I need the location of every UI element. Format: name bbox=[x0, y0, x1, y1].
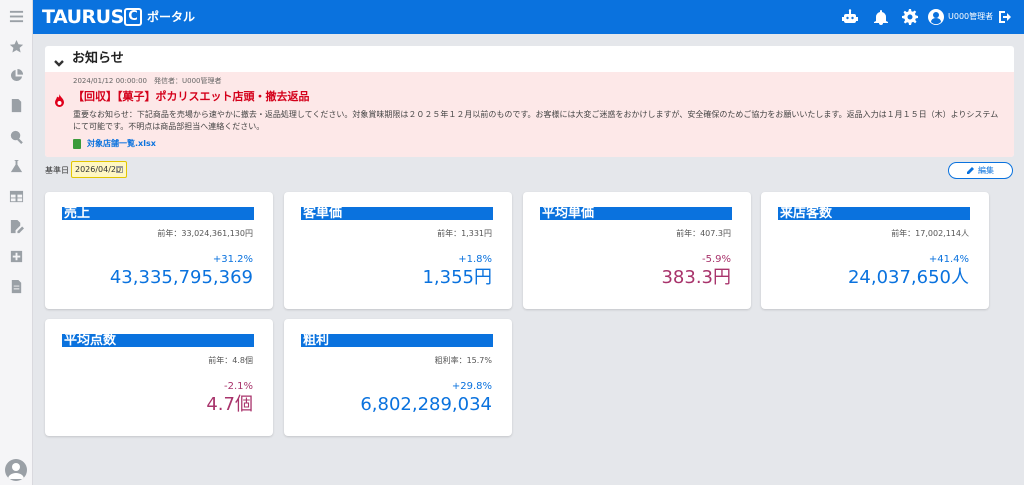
date-value: 2026/04/20 bbox=[75, 165, 122, 174]
user-circle-icon[interactable] bbox=[928, 9, 944, 25]
edit-button[interactable]: 編集 bbox=[948, 162, 1013, 179]
sidebar bbox=[0, 0, 33, 485]
edit-document-icon[interactable] bbox=[8, 218, 25, 235]
card-change: +41.4% bbox=[928, 254, 969, 265]
kpi-card-avg-price[interactable]: 平均単価 前年：407.3円 -5.9% 383.3円 bbox=[523, 192, 751, 309]
robot-icon[interactable] bbox=[842, 9, 858, 25]
gear-icon[interactable] bbox=[902, 9, 918, 25]
card-title: 粗利 bbox=[301, 334, 493, 347]
pie-chart-icon[interactable] bbox=[8, 67, 25, 84]
card-value: 4.7個 bbox=[206, 394, 253, 415]
card-change: -2.1% bbox=[223, 381, 253, 392]
notice-text: 重要なお知らせ：下記商品を売場から速やかに撤去・返品処理してください。対象賞味期… bbox=[73, 110, 999, 131]
chevron-down-icon[interactable] bbox=[53, 54, 65, 67]
notice-header[interactable]: お知らせ bbox=[45, 46, 1014, 72]
menu-icon[interactable] bbox=[8, 8, 25, 25]
brand-mark: C bbox=[124, 8, 142, 26]
table-icon[interactable] bbox=[8, 188, 25, 205]
kpi-card-avg-spend[interactable]: 客単価 前年：1,331円 +1.8% 1,355円 bbox=[284, 192, 512, 309]
card-change: +29.8% bbox=[451, 381, 492, 392]
card-title: 客単価 bbox=[301, 207, 493, 220]
excel-file-icon bbox=[73, 139, 81, 149]
search-chart-icon[interactable] bbox=[8, 128, 25, 145]
card-previous: 前年：1,331円 bbox=[437, 229, 492, 238]
calendar-icon[interactable] bbox=[116, 166, 123, 173]
card-value: 383.3円 bbox=[661, 267, 731, 288]
card-value: 24,037,650人 bbox=[847, 267, 969, 288]
card-previous: 前年：407.3円 bbox=[676, 229, 731, 238]
notice-body: 2024/01/12 00:00:00 発信者：U000管理者 【回収】【菓子】… bbox=[45, 72, 1014, 157]
card-previous: 粗利率：15.7% bbox=[434, 356, 492, 365]
card-previous: 前年：33,024,361,130円 bbox=[157, 229, 253, 238]
bell-icon[interactable] bbox=[873, 9, 889, 25]
pencil-icon bbox=[967, 164, 975, 174]
card-change: +31.2% bbox=[212, 254, 253, 265]
notice-headline: 【回収】【菓子】ポカリスエット店頭・撤去返品 bbox=[73, 90, 310, 103]
attachment-link[interactable]: 対象店舗一覧.xlsx bbox=[87, 138, 156, 150]
card-previous: 前年：17,002,114人 bbox=[891, 229, 969, 238]
card-value: 1,355円 bbox=[422, 267, 492, 288]
card-value: 6,802,289,034 bbox=[360, 394, 492, 415]
card-title: 売上 bbox=[62, 207, 254, 220]
file-icon[interactable] bbox=[8, 278, 25, 295]
notice-panel: お知らせ 2024/01/12 00:00:00 発信者：U000管理者 【回収… bbox=[45, 46, 1014, 157]
date-input[interactable]: 2026/04/20 bbox=[71, 161, 127, 178]
edit-label: 編集 bbox=[978, 166, 994, 175]
date-label: 基準日 bbox=[45, 166, 69, 175]
kpi-card-sales[interactable]: 売上 前年：33,024,361,130円 +31.2% 43,335,795,… bbox=[45, 192, 273, 309]
notice-title: お知らせ bbox=[72, 51, 124, 66]
flask-icon[interactable] bbox=[8, 158, 25, 175]
card-previous: 前年：4.8個 bbox=[208, 356, 253, 365]
card-value: 43,335,795,369 bbox=[109, 267, 253, 288]
avatar[interactable] bbox=[5, 459, 27, 481]
card-title: 来店客数 bbox=[778, 207, 970, 220]
kpi-card-gross-profit[interactable]: 粗利 粗利率：15.7% +29.8% 6,802,289,034 bbox=[284, 319, 512, 436]
card-change: -5.9% bbox=[701, 254, 731, 265]
portal-title: ポータル bbox=[147, 10, 196, 24]
card-title: 平均単価 bbox=[540, 207, 732, 220]
star-icon[interactable] bbox=[8, 38, 25, 55]
kpi-card-visitors[interactable]: 来店客数 前年：17,002,114人 +41.4% 24,037,650人 bbox=[761, 192, 989, 309]
kpi-card-avg-items[interactable]: 平均点数 前年：4.8個 -2.1% 4.7個 bbox=[45, 319, 273, 436]
document-icon[interactable] bbox=[8, 97, 25, 114]
card-title: 平均点数 bbox=[62, 334, 254, 347]
plus-box-icon[interactable] bbox=[8, 248, 25, 265]
logout-icon[interactable] bbox=[998, 9, 1014, 25]
card-change: +1.8% bbox=[458, 254, 492, 265]
notice-meta: 2024/01/12 00:00:00 発信者：U000管理者 bbox=[73, 77, 222, 85]
fire-icon bbox=[54, 92, 65, 107]
top-bar: TAURUS C ポータル U000管理者 bbox=[33, 0, 1024, 34]
user-name[interactable]: U000管理者 bbox=[948, 11, 993, 23]
brand-logo[interactable]: TAURUS bbox=[42, 5, 124, 29]
